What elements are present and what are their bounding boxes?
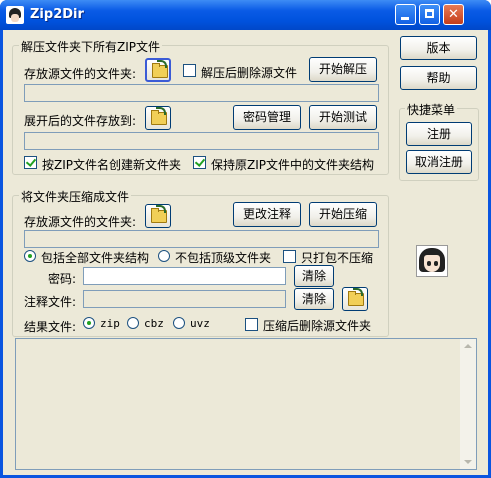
comment-file-field[interactable] [83,290,286,308]
include-all-structure-radio[interactable] [24,250,36,262]
format-zip-label: zip [100,317,120,330]
pack-only-checkbox[interactable] [283,250,296,263]
compress-group: 将文件夹压缩成文件 存放源文件的文件夹: 更改注释 开始压缩 包括全部文件夹结构… [12,188,389,337]
compress-source-browse-button[interactable] [145,204,171,228]
format-zip-radio[interactable] [83,317,95,329]
format-uvz-radio[interactable] [173,317,185,329]
client-area: 解压文件夹下所有ZIP文件 存放源文件的文件夹: 解压后删除源文件 开始解压 展… [3,30,488,475]
quick-menu-title: 快捷菜单 [405,101,458,118]
clear-comment-button[interactable]: 清除 [294,288,334,310]
result-file-label: 结果文件: [24,320,77,334]
title-bar[interactable]: Zip2Dir ✕ [0,0,491,30]
extract-output-label: 展开后的文件存放到: [24,114,137,128]
extract-source-browse-button[interactable] [145,58,171,82]
maximize-icon [420,5,439,24]
extract-group: 解压文件夹下所有ZIP文件 存放源文件的文件夹: 解压后删除源文件 开始解压 展… [12,38,389,175]
exclude-top-folder-label: 不包括顶级文件夹 [175,251,272,265]
extract-source-path-field[interactable] [24,84,379,102]
unregister-button[interactable]: 取消注册 [406,150,472,174]
compress-source-label: 存放源文件的文件夹: [24,215,137,229]
start-extract-button[interactable]: 开始解压 [309,57,377,82]
open-arrow-icon [157,60,167,68]
password-label: 密码: [48,272,77,286]
app-icon [6,6,24,24]
help-button[interactable]: 帮助 [400,66,477,90]
avatar-eye-left [427,261,431,266]
include-all-structure-label: 包括全部文件夹结构 [41,251,150,265]
password-input[interactable] [83,267,286,285]
extract-delete-source-checkbox[interactable] [183,64,196,77]
avatar-eye-right [434,261,438,266]
log-output-area[interactable] [15,338,477,470]
open-arrow-icon [156,107,166,115]
delete-source-folder-checkbox[interactable] [245,318,258,331]
format-cbz-radio[interactable] [127,317,139,329]
clear-password-button[interactable]: 清除 [294,265,334,287]
comment-file-browse-button[interactable] [342,287,368,311]
extract-output-browse-button[interactable] [145,106,171,130]
delete-source-folder-label: 压缩后删除源文件夹 [263,319,372,333]
open-arrow-icon [156,205,166,213]
extract-source-label: 存放源文件的文件夹: [24,67,137,81]
maximize-button[interactable] [419,4,440,25]
compress-source-path-field[interactable] [24,230,379,248]
open-arrow-icon [353,288,363,296]
format-cbz-label: cbz [144,317,164,330]
close-icon: ✕ [448,7,459,22]
format-uvz-label: uvz [190,317,210,330]
keep-zip-structure-label: 保持原ZIP文件中的文件夹结构 [211,158,374,172]
extract-group-title: 解压文件夹下所有ZIP文件 [19,38,162,55]
anime-avatar [416,245,448,277]
comment-file-label: 注释文件: [24,295,77,309]
version-button[interactable]: 版本 [400,36,477,60]
register-button[interactable]: 注册 [406,122,472,146]
close-button[interactable]: ✕ [443,4,464,25]
compress-group-title: 将文件夹压缩成文件 [19,188,132,205]
pack-only-label: 只打包不压缩 [301,251,374,265]
extract-output-path-field[interactable] [24,132,379,150]
keep-zip-structure-checkbox[interactable] [193,156,206,169]
create-folder-by-zip-name-checkbox[interactable] [24,156,37,169]
minimize-icon [396,5,415,24]
scroll-down-icon[interactable] [464,460,472,464]
start-test-button[interactable]: 开始测试 [309,105,377,130]
app-window: Zip2Dir ✕ 解压文件夹下所有ZIP文件 存放源文件的文件夹: 解压后删除… [0,0,491,478]
extract-delete-source-label: 解压后删除源文件 [201,66,298,80]
log-scrollbar[interactable] [460,339,476,469]
start-compress-button[interactable]: 开始压缩 [309,202,377,227]
change-comment-button[interactable]: 更改注释 [233,202,301,227]
minimize-button[interactable] [395,4,416,25]
quick-menu-group: 快捷菜单 注册 取消注册 [399,101,479,181]
exclude-top-folder-radio[interactable] [158,250,170,262]
scroll-up-icon[interactable] [464,344,472,348]
password-manage-button[interactable]: 密码管理 [233,105,301,130]
window-title: Zip2Dir [30,7,84,22]
create-folder-by-zip-name-label: 按ZIP文件名创建新文件夹 [42,158,181,172]
